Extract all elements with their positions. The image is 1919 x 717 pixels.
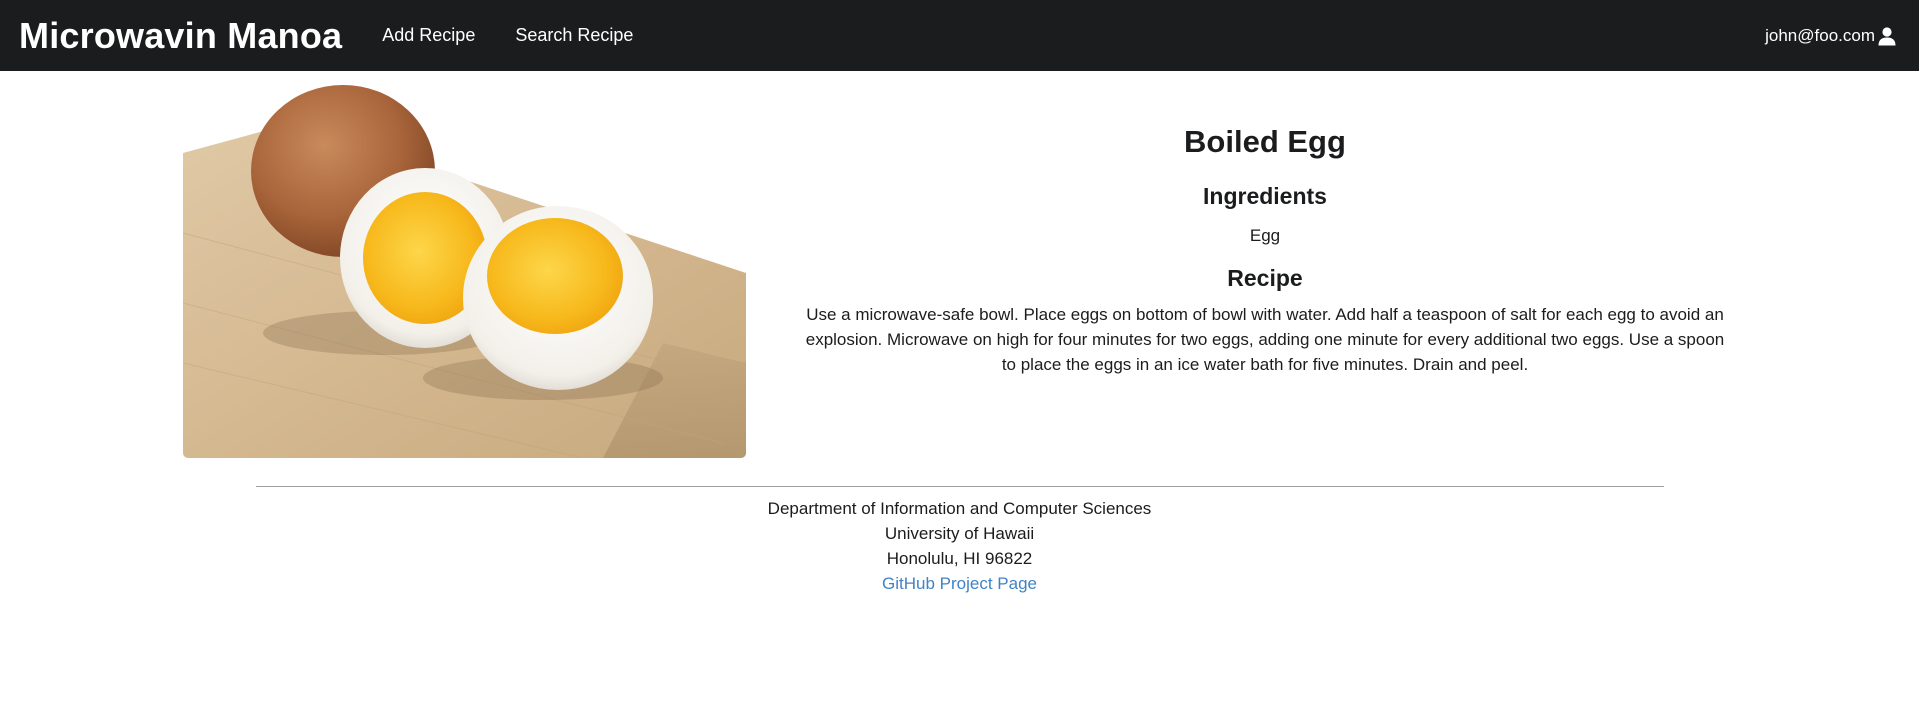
recipe-instructions: Use a microwave-safe bowl. Place eggs on… [805,305,1725,374]
footer-address: Honolulu, HI 96822 [886,549,1033,568]
top-navbar: Microwavin Manoa Add Recipe Search Recip… [0,0,1919,71]
user-email: john@foo.com [1765,25,1875,45]
footer-department: Department of Information and Computer S… [767,499,1152,518]
brand-link[interactable]: Microwavin Manoa [19,15,342,57]
footer-divider [256,486,1664,487]
nav-search-recipe-link[interactable]: Search Recipe [515,25,633,46]
recipe-heading: Recipe [1227,265,1303,291]
user-icon [1878,26,1896,45]
footer-university: University of Hawaii [884,524,1035,543]
user-menu[interactable]: john@foo.com [1765,0,1897,71]
recipe-details: Boiled Egg Ingredients Egg Recipe Use a … [790,118,1740,377]
github-project-link[interactable]: GitHub Project Page [882,571,1037,596]
recipe-title: Boiled Egg [1184,124,1346,159]
nav-add-recipe-link[interactable]: Add Recipe [382,25,475,46]
ingredients-list: Egg [1249,226,1281,245]
boiled-egg-image [183,83,746,458]
footer: Department of Information and Computer S… [0,496,1919,596]
recipe-photo [183,83,746,458]
ingredients-heading: Ingredients [1203,183,1327,209]
